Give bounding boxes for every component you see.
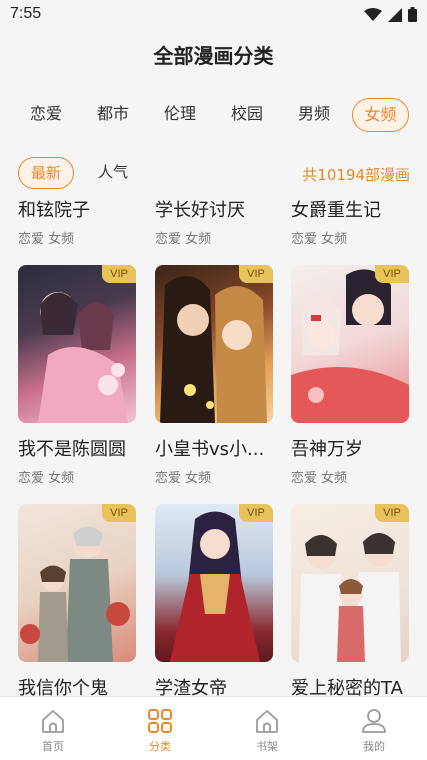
bookshelf-icon [256,710,278,733]
tab-campus[interactable]: 校园 [223,98,271,132]
profile-icon [362,709,386,733]
comic-title: 我不是陈圆圆 [18,439,126,460]
cover-illustration [20,526,130,662]
nav-profile-label: 我的 [363,740,385,753]
cover-illustration [299,533,401,662]
battery-icon [408,7,417,22]
comic-tags: 恋爱 女频 [155,471,212,486]
category-tabs: 恋爱 都市 伦理 校园 男频 女频 [18,98,418,134]
comic-title: 学长好讨厌 [155,200,245,221]
sort-popular-button[interactable]: 人气 [88,157,138,189]
tab-ethics[interactable]: 伦理 [156,98,204,132]
comic-tags: 恋爱 女频 [155,232,212,247]
comic-cover[interactable]: VIP [18,265,136,423]
comic-card[interactable]: VIP 我不是陈圆圆 恋爱 女频 [18,265,138,486]
comic-tags: 恋爱 女频 [291,471,348,486]
tab-male[interactable]: 男频 [290,98,338,132]
comic-title: 吾神万岁 [291,439,363,460]
total-count: 共10194部漫画 [302,166,410,184]
comic-title: 爱上秘密的TA [291,678,403,696]
tab-urban[interactable]: 都市 [89,98,137,132]
nav-home-label: 首页 [42,740,64,753]
nav-bookshelf-label: 书架 [256,740,278,753]
comic-card[interactable]: VIP 学渣女帝 [155,504,275,696]
comic-card[interactable]: VIP 爱上秘密的TA [291,504,411,696]
vip-badge: VIP [102,504,136,522]
vip-badge: VIP [239,504,273,522]
tab-romance[interactable]: 恋爱 [22,98,70,132]
comic-cover[interactable]: VIP [155,504,273,662]
cover-illustration [38,292,128,423]
comic-card[interactable]: VIP 我信你个鬼 [18,504,138,696]
comic-card[interactable]: VIP 小皇书vs小... 恋爱 女频 [155,265,275,486]
vip-badge: VIP [375,265,409,283]
tab-female[interactable]: 女频 [352,98,409,132]
comic-title: 小皇书vs小... [155,439,265,460]
bottom-nav: 首页 分类 书架 我的 [0,696,427,760]
comic-card[interactable]: 女爵重生记 恋爱 女频 [291,196,411,247]
category-grid-icon [148,709,172,733]
sort-row: 最新 人气 共10194部漫画 [18,157,410,191]
comic-title: 学渣女帝 [155,678,227,696]
comic-title: 和铉院子 [18,200,90,221]
nav-home[interactable]: 首页 [23,707,83,754]
nav-profile[interactable]: 我的 [344,707,404,754]
signal-icon [388,7,402,22]
comic-cover[interactable]: VIP [291,265,409,423]
comic-card[interactable]: 学长好讨厌 恋爱 女频 [155,196,275,247]
nav-bookshelf[interactable]: 书架 [237,707,297,754]
comic-cover[interactable]: VIP [155,265,273,423]
nav-category-label: 分类 [149,740,171,753]
wifi-icon [364,7,382,21]
comic-title: 我信你个鬼 [18,678,108,696]
comic-title: 女爵重生记 [291,200,381,221]
sort-latest-button[interactable]: 最新 [18,157,74,189]
comic-card[interactable]: VIP 吾神万岁 恋爱 女频 [291,265,411,486]
comic-grid: 和铉院子 恋爱 女频 学长好讨厌 恋爱 女频 女爵重生记 恋爱 女频 VIP 我… [0,196,427,696]
status-bar: 7:55 [0,0,427,30]
comic-cover[interactable]: VIP [291,504,409,662]
vip-badge: VIP [239,265,273,283]
status-time: 7:55 [10,5,42,22]
comic-tags: 恋爱 女频 [18,471,75,486]
comic-cover[interactable]: VIP [18,504,136,662]
comic-tags: 恋爱 女频 [18,232,75,247]
cover-illustration [160,276,267,423]
vip-badge: VIP [375,504,409,522]
cover-illustration [291,269,409,423]
page-title: 全部漫画分类 [153,44,274,68]
vip-badge: VIP [102,265,136,283]
status-icons [364,7,417,22]
home-icon [42,710,64,733]
nav-category[interactable]: 分类 [130,707,190,754]
comic-tags: 恋爱 女频 [291,232,348,247]
comic-card[interactable]: 和铉院子 恋爱 女频 [18,196,138,247]
cover-illustration [170,511,260,662]
